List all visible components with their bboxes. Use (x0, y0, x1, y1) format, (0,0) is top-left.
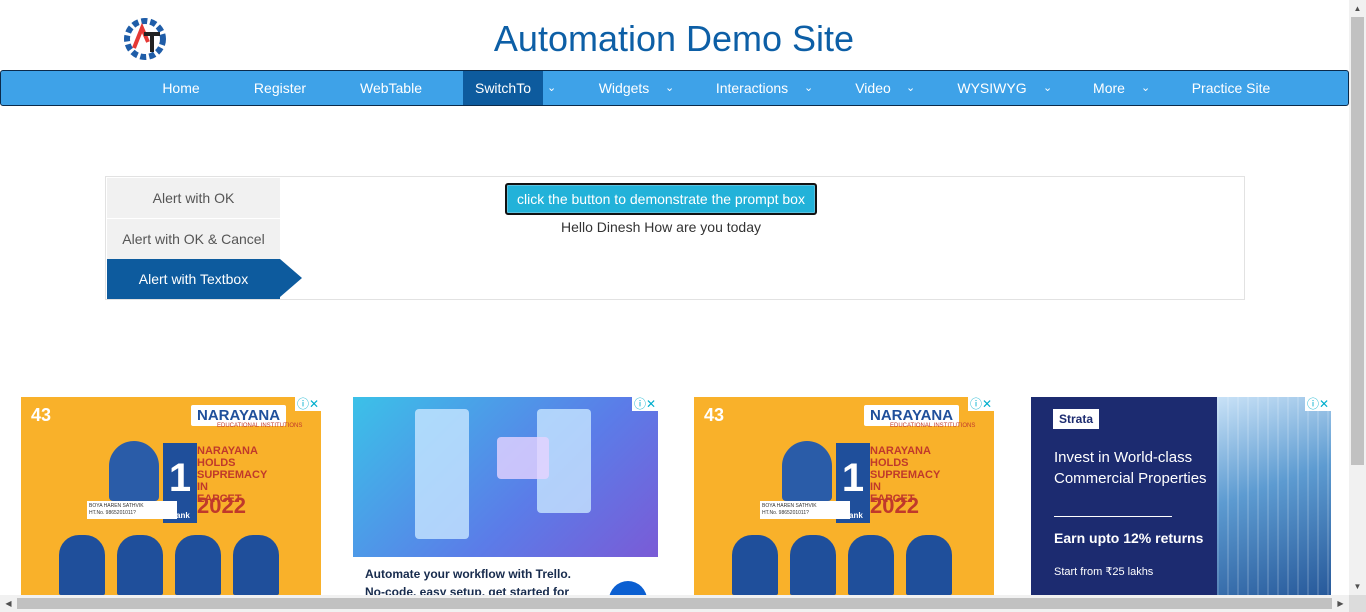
horizontal-scrollbar[interactable]: ◀ ▶ (0, 595, 1349, 612)
years-badge: 43 (704, 405, 725, 425)
interactions-chevron-down-icon[interactable]: ⌄ (804, 71, 813, 105)
scroll-down-icon[interactable]: ▼ (1349, 578, 1366, 595)
nav-wysiwyg[interactable]: WYSIWYG (945, 71, 1039, 105)
student-name: BOYA HAREN SATHVIK HT.No. 9865201011? (87, 501, 177, 519)
scroll-right-icon[interactable]: ▶ (1332, 595, 1349, 612)
site-title: Automation Demo Site (493, 18, 855, 59)
strata-logo: Strata (1053, 409, 1100, 429)
toppers-row (732, 535, 972, 595)
horizontal-scroll-thumb[interactable] (17, 598, 1332, 609)
ad-year: 2022 (870, 493, 919, 518)
tab-alert-with-ok[interactable]: Alert with OK (107, 178, 280, 218)
scrollbar-corner (1349, 595, 1366, 612)
video-chevron-down-icon[interactable]: ⌄ (906, 71, 915, 105)
years-badge: 43 (31, 405, 52, 425)
student-name: BOYA HAREN SATHVIK HT.No. 9865201011? (760, 501, 850, 519)
ad-strata[interactable]: Strata Invest in World-class Commercial … (1031, 397, 1331, 595)
nav-widgets[interactable]: Widgets (585, 71, 663, 105)
nav-interactions[interactable]: Interactions (701, 71, 803, 105)
tab-alert-with-ok-cancel[interactable]: Alert with OK & Cancel (107, 219, 280, 259)
wysiwyg-chevron-down-icon[interactable]: ⌄ (1043, 71, 1052, 105)
nav-video[interactable]: Video (841, 71, 905, 105)
scroll-up-icon[interactable]: ▲ (1349, 0, 1366, 17)
trello-copy: Automate your workflow with Trello. No-co… (365, 567, 572, 595)
ad-narayana-1[interactable]: 43 NARAYANA EDUCATIONAL INSTITUTIONS 1 Ra… (21, 397, 321, 595)
student-photo (782, 441, 832, 501)
ad-close-icon[interactable]: ⓘ✕ (1304, 397, 1331, 411)
vertical-scrollbar[interactable]: ▲ ▼ (1349, 0, 1366, 612)
nav-home[interactable]: Home (143, 71, 219, 105)
divider (1054, 516, 1172, 517)
switchto-chevron-down-icon[interactable]: ⌄ (547, 71, 556, 105)
more-chevron-down-icon[interactable]: ⌄ (1141, 71, 1150, 105)
prompt-box-button[interactable]: click the button to demonstrate the prom… (505, 183, 817, 215)
nav-switchto[interactable]: SwitchTo (463, 71, 543, 105)
widgets-chevron-down-icon[interactable]: ⌄ (665, 71, 674, 105)
ad-trello[interactable]: Automate your workflow with Trello. No-co… (353, 397, 658, 595)
nav-register[interactable]: Register (237, 71, 323, 105)
ad-close-icon[interactable]: ⓘ✕ (631, 397, 658, 411)
narayana-sub: EDUCATIONAL INSTITUTIONS (890, 423, 976, 429)
strata-returns: Earn upto 12% returns (1054, 530, 1204, 546)
ad-close-icon[interactable]: ⓘ✕ (967, 397, 994, 411)
trello-illustration (353, 397, 658, 557)
nav-more[interactable]: More (1081, 71, 1137, 105)
prompt-result-text: Hello Dinesh How are you today (561, 219, 761, 235)
nav-practice-site[interactable]: Practice Site (1177, 71, 1285, 105)
narayana-sub: EDUCATIONAL INSTITUTIONS (217, 423, 303, 429)
arrow-right-icon[interactable]: › (609, 581, 647, 595)
main-navbar: Home Register WebTable SwitchTo ⌄ Widget… (0, 70, 1349, 106)
strata-start: Start from ₹25 lakhs (1054, 566, 1154, 578)
ad-year: 2022 (197, 493, 246, 518)
strata-headline: Invest in World-class Commercial Propert… (1054, 449, 1207, 487)
active-tab-arrow-icon (280, 259, 302, 297)
toppers-row (59, 535, 299, 595)
tab-alert-with-textbox[interactable]: Alert with Textbox (107, 259, 280, 299)
ad-narayana-2[interactable]: 43 NARAYANA EDUCATIONAL INSTITUTIONS 1 Ra… (694, 397, 994, 595)
student-photo (109, 441, 159, 501)
scroll-left-icon[interactable]: ◀ (0, 595, 17, 612)
nav-webtable[interactable]: WebTable (343, 71, 439, 105)
vertical-scroll-thumb[interactable] (1351, 17, 1364, 465)
ad-close-icon[interactable]: ⓘ✕ (294, 397, 321, 411)
